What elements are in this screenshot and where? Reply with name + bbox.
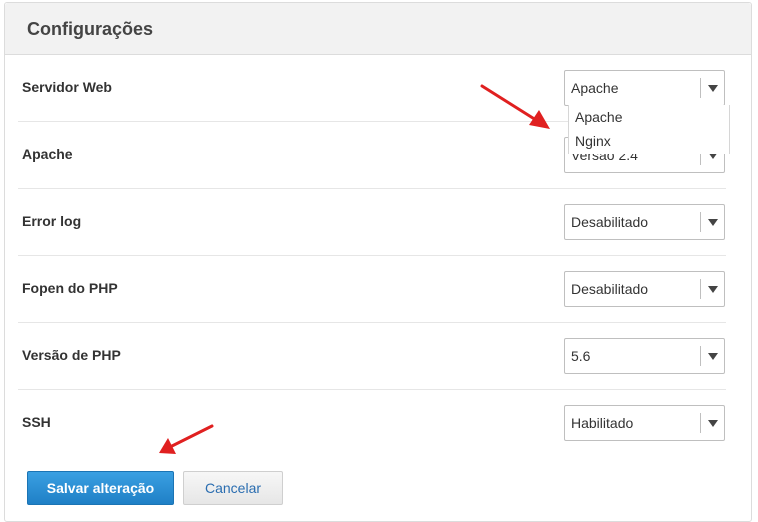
select-separator <box>700 212 701 232</box>
servidor-web-select[interactable]: Apache <box>564 70 725 106</box>
ssh-select[interactable]: Habilitado <box>564 405 725 441</box>
dropdown-option-apache[interactable]: Apache <box>569 105 729 129</box>
error-log-select[interactable]: Desabilitado <box>564 204 725 240</box>
select-separator <box>700 413 701 433</box>
select-value: Apache <box>571 80 619 96</box>
cancel-button[interactable]: Cancelar <box>183 471 283 505</box>
save-button[interactable]: Salvar alteração <box>27 471 174 505</box>
chevron-down-icon <box>708 420 718 427</box>
dropdown-option-nginx[interactable]: Nginx <box>569 129 729 153</box>
select-separator <box>700 279 701 299</box>
setting-label: SSH <box>22 414 51 430</box>
panel-header: Configurações <box>5 3 751 55</box>
setting-label: Versão de PHP <box>22 347 121 363</box>
select-separator <box>700 346 701 366</box>
select-separator <box>700 78 701 98</box>
chevron-down-icon <box>708 286 718 293</box>
select-value: 5.6 <box>571 348 591 364</box>
chevron-down-icon <box>708 353 718 360</box>
setting-row-php-version: Versão de PHP 5.6 <box>18 323 726 390</box>
setting-row-fopen-php: Fopen do PHP Desabilitado <box>18 256 726 323</box>
chevron-down-icon <box>708 85 718 92</box>
servidor-web-dropdown-list: Apache Nginx <box>568 105 730 154</box>
php-version-select[interactable]: 5.6 <box>564 338 725 374</box>
select-value: Desabilitado <box>571 281 649 297</box>
setting-label: Fopen do PHP <box>22 280 118 296</box>
setting-label: Error log <box>22 213 82 229</box>
select-value: Desabilitado <box>571 214 649 230</box>
page-title: Configurações <box>27 19 154 39</box>
setting-row-error-log: Error log Desabilitado <box>18 189 726 256</box>
setting-label: Servidor Web <box>22 79 112 95</box>
fopen-php-select[interactable]: Desabilitado <box>564 271 725 307</box>
select-value: Habilitado <box>571 415 634 431</box>
setting-row-ssh: SSH Habilitado <box>18 390 726 457</box>
setting-label: Apache <box>22 146 73 162</box>
chevron-down-icon <box>708 219 718 226</box>
